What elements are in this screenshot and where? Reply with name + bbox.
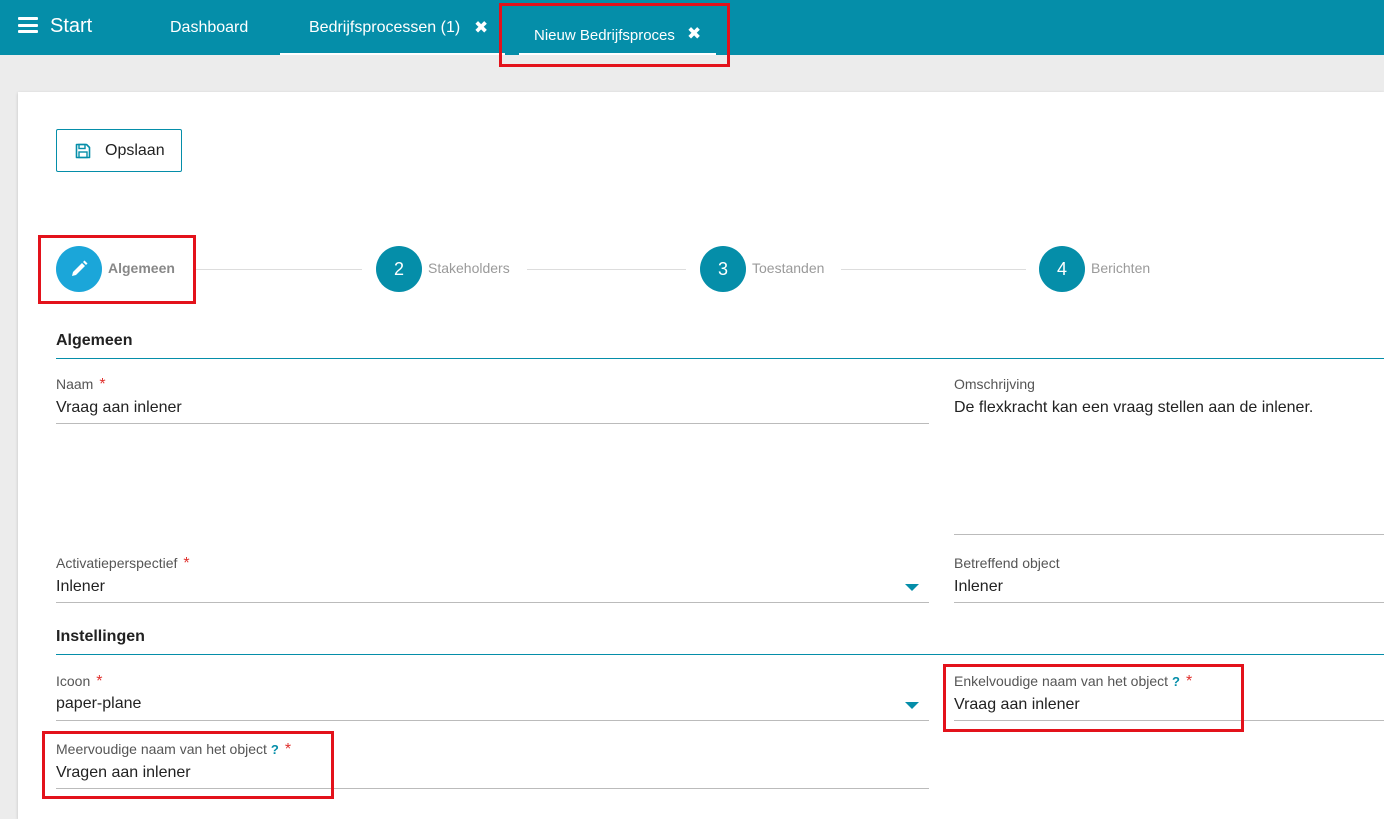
field-underline [56, 602, 929, 603]
omschrijving-field[interactable]: Omschrijving De flexkracht kan een vraag… [954, 376, 1384, 535]
omschrijving-label: Omschrijving [954, 376, 1035, 392]
field-underline [56, 788, 929, 789]
field-underline [56, 423, 929, 424]
naam-value: Vraag aan inlener [56, 399, 182, 416]
section-divider [56, 654, 1384, 655]
enkelvoudige-naam-label: Enkelvoudige naam van het object? * [954, 673, 1193, 690]
step-label: Berichten [1091, 260, 1151, 276]
close-icon[interactable]: ✖ [474, 18, 488, 38]
betreffend-object-value: Inlener [954, 578, 1003, 595]
icoon-label: Icoon * [56, 673, 103, 690]
icoon-select[interactable]: Icoon * paper-plane [56, 673, 929, 721]
tab-bedrijfsprocessen[interactable]: Bedrijfsprocessen (1) ✖ [280, 0, 505, 55]
activatieperspectief-select[interactable]: Activatieperspectief * Inlener [56, 555, 929, 603]
step-number: 4 [1039, 246, 1085, 292]
floppy-disk-icon [75, 143, 91, 159]
betreffend-object-label: Betreffend object [954, 555, 1060, 571]
step-number: 2 [376, 246, 422, 292]
required-marker: * [96, 673, 103, 690]
section-divider [56, 358, 1384, 359]
naam-label: Naam * [56, 376, 106, 393]
field-underline [954, 720, 1384, 721]
save-button[interactable]: Opslaan [56, 129, 182, 172]
tab-dashboard[interactable]: Dashboard [140, 0, 280, 55]
help-icon[interactable]: ? [1172, 674, 1180, 689]
omschrijving-value: De flexkracht kan een vraag stellen aan … [954, 399, 1314, 416]
meervoudige-naam-field[interactable]: Meervoudige naam van het object? * Vragen… [56, 741, 929, 789]
step-connector [527, 269, 686, 270]
step-circle [56, 246, 102, 292]
field-underline [954, 602, 1384, 603]
tab-dashboard-label: Dashboard [170, 19, 249, 36]
field-underline [56, 720, 929, 721]
step-label: Toestanden [752, 260, 825, 276]
step-connector [841, 269, 1026, 270]
top-navigation-bar: Start Dashboard Bedrijfsprocessen (1) ✖ … [0, 0, 1384, 55]
field-underline [954, 534, 1384, 535]
required-marker: * [99, 376, 106, 393]
activatieperspectief-value: Inlener [56, 578, 105, 595]
required-marker: * [1186, 673, 1193, 690]
required-marker: * [284, 741, 292, 758]
naam-field[interactable]: Naam * Vraag aan inlener [56, 376, 929, 424]
chevron-down-icon[interactable] [905, 702, 919, 709]
icoon-value: paper-plane [56, 695, 142, 712]
step-label: Stakeholders [428, 260, 510, 276]
chevron-down-icon[interactable] [905, 584, 919, 591]
step-connector [196, 269, 362, 270]
tab-nieuw-bedrijfsproces-label: Nieuw Bedrijfsproces [534, 27, 675, 44]
help-icon[interactable]: ? [271, 742, 279, 757]
tab-bedrijfsprocessen-label: Bedrijfsprocessen (1) [309, 19, 461, 36]
step-label: Algemeen [108, 260, 175, 276]
step-number: 3 [700, 246, 746, 292]
close-icon[interactable]: ✖ [687, 24, 701, 44]
start-link[interactable]: Start [50, 15, 92, 38]
tab-nieuw-bedrijfsproces[interactable]: Nieuw Bedrijfsproces ✖ [519, 0, 716, 55]
section-title-algemeen: Algemeen [56, 332, 133, 349]
betreffend-object-field[interactable]: Betreffend object Inlener [954, 555, 1384, 603]
activatieperspectief-label: Activatieperspectief * [56, 555, 190, 572]
enkelvoudige-naam-value: Vraag aan inlener [954, 696, 1080, 713]
hamburger-menu-icon[interactable] [18, 17, 38, 33]
save-button-label: Opslaan [105, 142, 165, 159]
pencil-icon [72, 260, 88, 276]
enkelvoudige-naam-field[interactable]: Enkelvoudige naam van het object? * Vraag… [954, 673, 1384, 721]
meervoudige-naam-label: Meervoudige naam van het object? * [56, 741, 292, 758]
meervoudige-naam-value: Vragen aan inlener [56, 764, 191, 781]
section-title-instellingen: Instellingen [56, 628, 145, 645]
required-marker: * [183, 555, 190, 572]
